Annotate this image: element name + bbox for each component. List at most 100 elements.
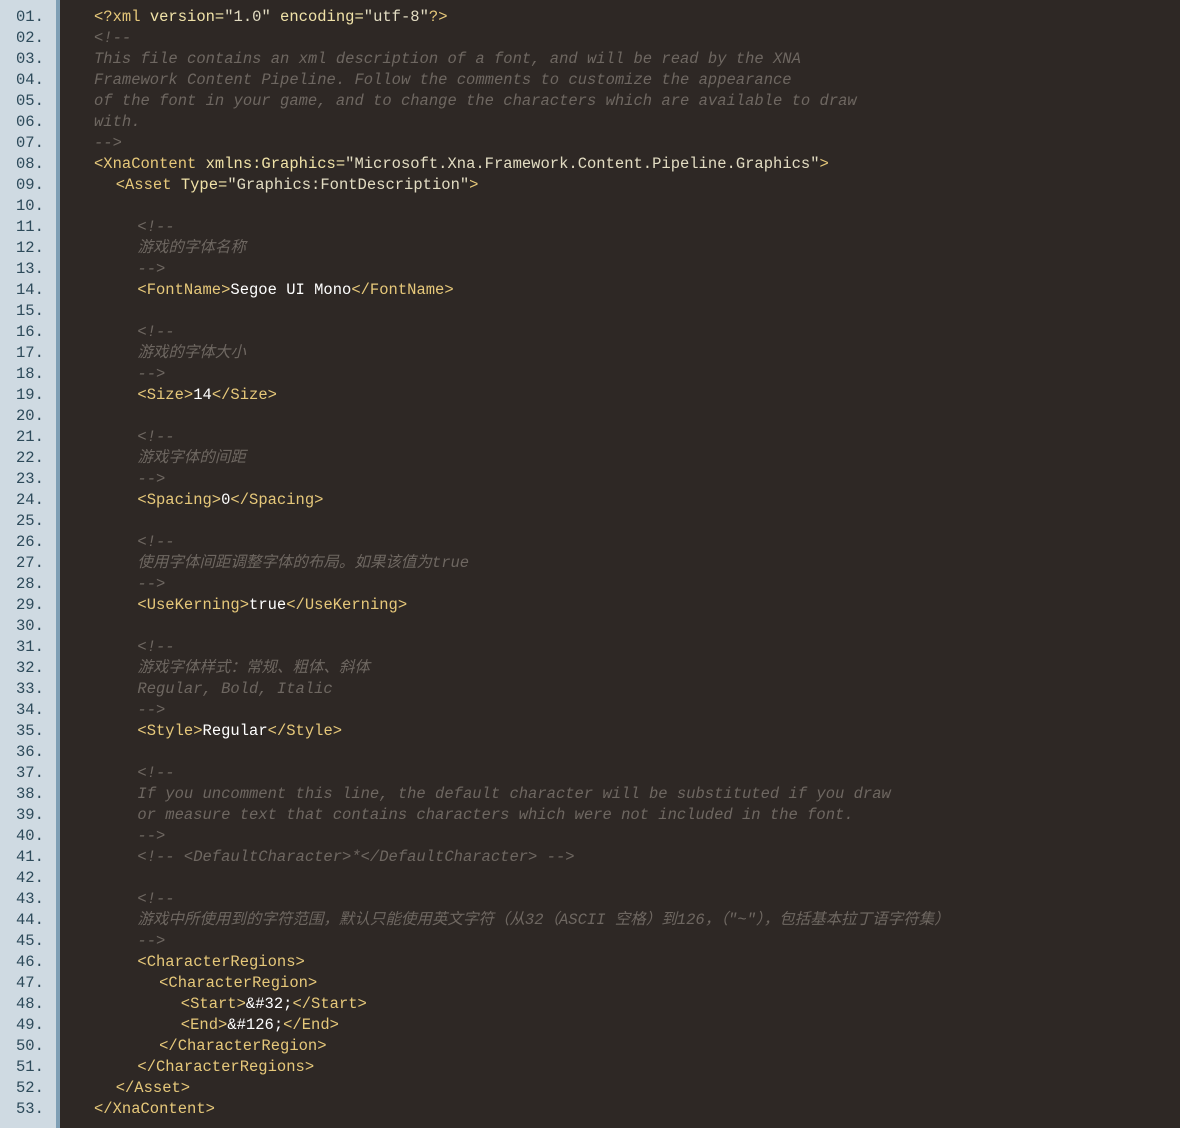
code-line: 32. 游戏字体样式：常规、粗体、斜体 [0,658,1180,679]
code-text: </Asset> [116,1078,190,1099]
line-number: 12. [16,239,44,257]
line-number: 45. [16,932,44,950]
code-line: 47. <CharacterRegion> [0,973,1180,994]
code-line: 46. <CharacterRegions> [0,952,1180,973]
xml-comment: --> [94,134,122,152]
xml-text: Segoe UI Mono [230,281,352,299]
line-number: 19. [16,386,44,404]
line-number: 36. [16,743,44,761]
code-line: 49. <End>&#126;</End> [0,1015,1180,1036]
code-text: <Spacing>0</Spacing> [137,490,323,511]
xml-comment: --> [137,932,166,950]
code-text: <!-- [137,889,174,910]
line-number: 35. [16,722,44,740]
code-text: <Style>Regular</Style> [137,721,342,742]
xml-comment: --> [137,365,166,383]
code-line: 37. <!-- [0,763,1180,784]
xml-comment: --> [137,701,166,719]
line-number: 32. [16,659,44,677]
line-number: 38. [16,785,44,803]
line-number: 17. [16,344,44,362]
code-text: <!-- [137,322,174,343]
code-line: 06. with. [0,112,1180,133]
xml-comment: or measure text that contains characters… [137,806,854,824]
code-line: 34. --> [0,700,1180,721]
code-text: or measure text that contains characters… [137,805,853,826]
code-text: 游戏字体样式：常规、粗体、斜体 [137,658,370,679]
line-number: 18. [16,365,44,383]
xml-comment: <!-- [137,890,175,908]
code-line: 15. [0,301,1180,322]
code-line: 02. <!-- [0,28,1180,49]
xml-comment: <!-- [137,533,175,551]
code-line: 26. <!-- [0,532,1180,553]
line-number: 09. [16,176,44,194]
line-number: 48. [16,995,44,1013]
xml-text: 14 [193,386,212,404]
code-line: 16. <!-- [0,322,1180,343]
xml-comment: <!-- [137,323,175,341]
line-number: 34. [16,701,44,719]
line-number: 31. [16,638,44,656]
code-line: 07. --> [0,133,1180,154]
xml-comment: If you uncomment this line, the default … [137,785,891,803]
line-number: 02. [16,29,44,47]
line-number: 04. [16,71,44,89]
xml-attribute: Type= [180,176,228,194]
line-number: 15. [16,302,44,320]
line-number: 40. [16,827,44,845]
code-line: 24. <Spacing>0</Spacing> [0,490,1180,511]
xml-text: true [249,596,287,614]
xml-tag: > [469,176,479,194]
code-text: Regular, Bold, Italic [137,679,332,700]
xml-tag: </End> [283,1016,339,1034]
line-number: 21. [16,428,44,446]
xml-text: Regular [202,722,268,740]
code-line: 53. </XnaContent> [0,1099,1180,1120]
line-number: 01. [16,8,44,26]
code-line: 43. <!-- [0,889,1180,910]
xml-comment: 游戏字体样式：常规、粗体、斜体 [137,659,370,677]
code-line: 41. <!-- <DefaultCharacter>*</DefaultChar… [0,847,1180,868]
code-text: </CharacterRegion> [159,1036,326,1057]
line-number: 25. [16,512,44,530]
xml-tag: </XnaContent> [94,1100,215,1118]
xml-attribute-value: "1.0" [224,8,281,26]
code-text: </CharacterRegions> [137,1057,314,1078]
line-number: 30. [16,617,44,635]
xml-attribute-value: "Microsoft.Xna.Framework.Content.Pipelin… [345,155,820,173]
xml-tag: <Style> [137,722,203,740]
code-line: 52. </Asset> [0,1078,1180,1099]
code-line: 50. </CharacterRegion> [0,1036,1180,1057]
code-line: 19. <Size>14</Size> [0,385,1180,406]
code-text: This file contains an xml description of… [94,49,801,70]
code-text: --> [137,931,165,952]
xml-attribute: version= [149,8,225,26]
line-number: 46. [16,953,44,971]
code-line: 08. <XnaContent xmlns:Graphics="Microsoft… [0,154,1180,175]
code-line: 42. [0,868,1180,889]
line-number: 41. [16,848,44,866]
code-text: 游戏的字体名称 [137,238,246,259]
code-line: 22. 游戏字体的间距 [0,448,1180,469]
xml-comment: 游戏字体的间距 [137,449,246,467]
code-lines: 01. <?xml version="1.0" encoding="utf-8"?… [0,7,1180,1120]
xml-tag: <Start> [180,995,246,1013]
xml-comment: 使用字体间距调整字体的布局。如果该值为true [137,554,470,572]
code-line: 11. <!-- [0,217,1180,238]
line-number: 16. [16,323,44,341]
xml-comment: 游戏中所使用到的字符范围，默认只能使用英文字符（从32（ASCII 空格）到12… [137,911,950,929]
code-line: 51. </CharacterRegions> [0,1057,1180,1078]
xml-attribute: xmlns:Graphics= [205,155,346,173]
code-line: 25. [0,511,1180,532]
xml-comment: This file contains an xml description of… [94,50,801,68]
code-text: <!-- [137,532,174,553]
code-line: 12. 游戏的字体名称 [0,238,1180,259]
line-number: 11. [16,218,44,236]
code-line: 48. <Start>&#32;</Start> [0,994,1180,1015]
code-line: 01. <?xml version="1.0" encoding="utf-8"?… [0,7,1180,28]
code-line: 21. <!-- [0,427,1180,448]
code-text: <Asset Type="Graphics:FontDescription"> [116,175,479,196]
xml-tag: </UseKerning> [286,596,408,614]
xml-tag: <CharacterRegions> [137,953,305,971]
